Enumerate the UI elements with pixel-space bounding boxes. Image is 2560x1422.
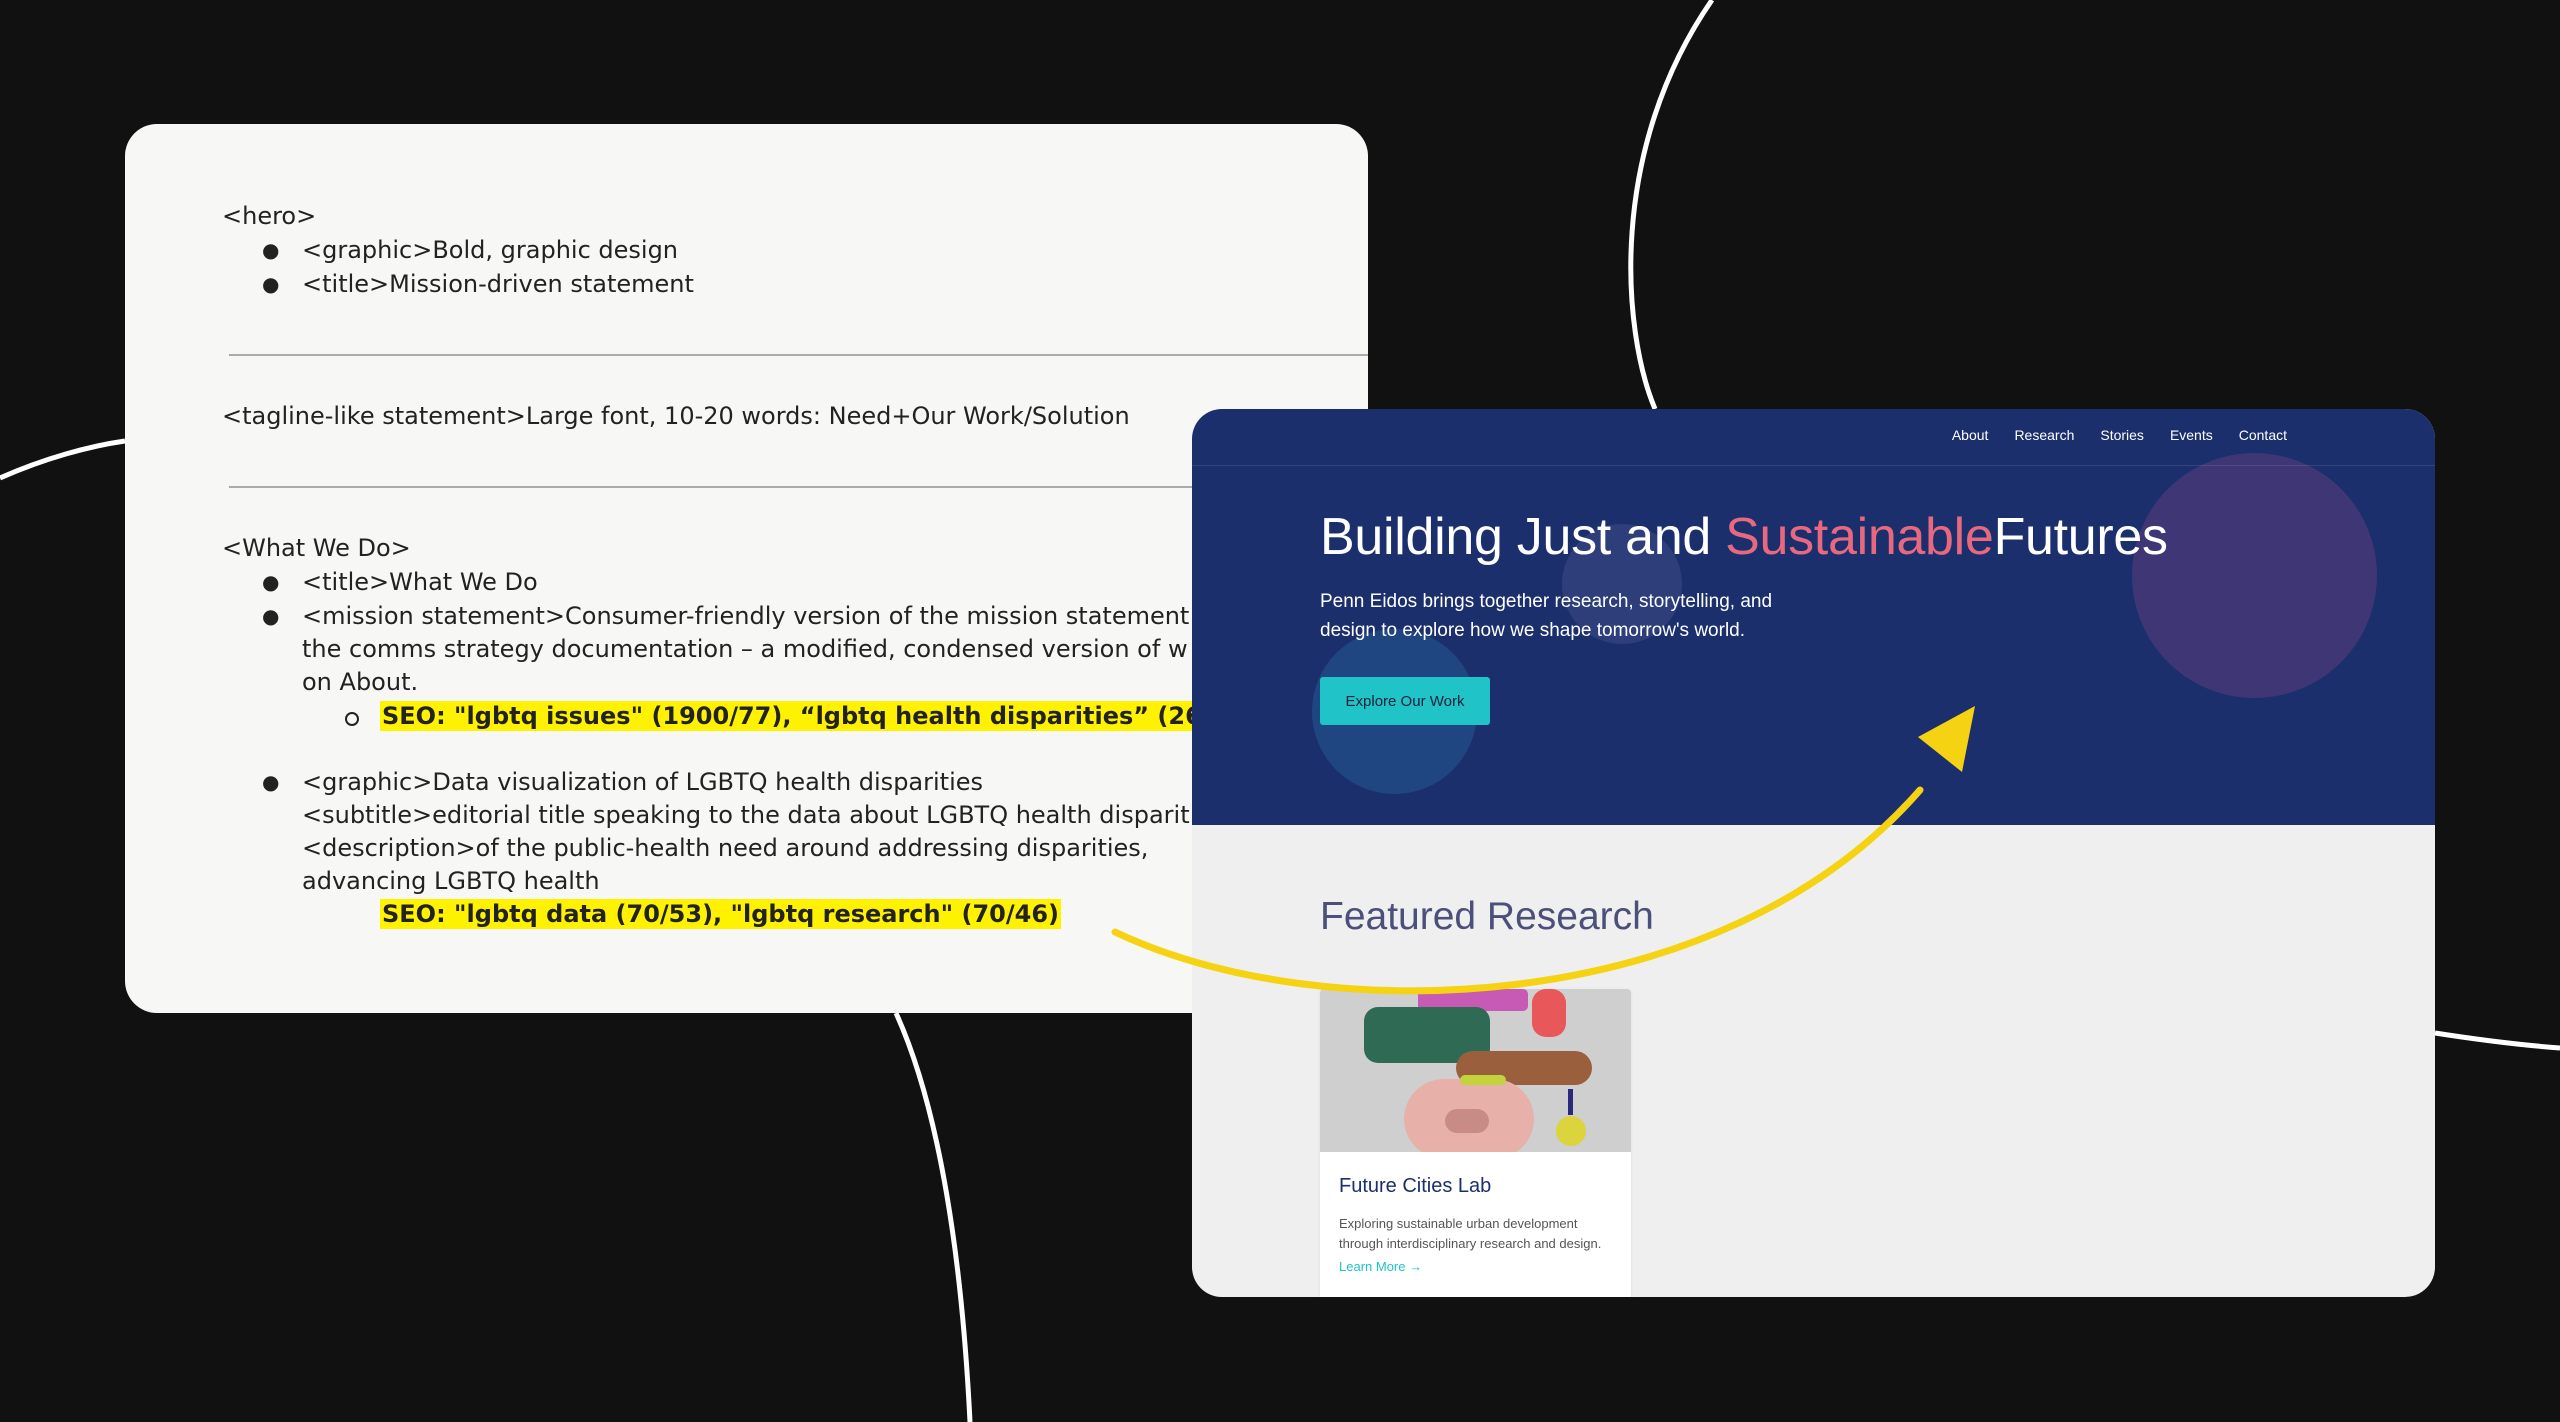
seo-note-1: SEO: "lgbtq issues" (1900/77), “lgbtq he… [380,700,1274,733]
sub-bullet-icon [345,712,359,726]
seo-highlight-2: SEO: "lgbtq data (70/53), "lgbtq researc… [380,899,1061,929]
hero-title: Building Just and SustainableFutures [1320,507,2168,567]
card-image [1320,989,1631,1152]
featured-research-heading: Featured Research [1320,895,1654,938]
explore-our-work-button[interactable]: Explore Our Work [1320,677,1490,725]
nav-events[interactable]: Events [2170,427,2213,443]
nav-divider [1192,465,2435,466]
learn-more-link[interactable]: Learn More → [1339,1259,1422,1274]
main-nav: About Research Stories Events Contact [1952,427,2287,443]
bullet-icon: ● [262,272,280,296]
decor-circle [2132,453,2377,698]
card-description: Exploring sustainable urban development … [1339,1216,1602,1251]
bullet-icon: ● [262,604,280,628]
card-title: Future Cities Lab [1339,1175,1492,1197]
mission-line-3: on About. [302,668,419,696]
hero-description: Penn Eidos brings together research, sto… [1320,591,1773,641]
hero-title-part-1: Building Just and [1320,508,1726,566]
graphic-line: <graphic>Data visualization of LGBTQ hea… [302,768,984,796]
tagline-line: <tagline-like statement>Large font, 10-2… [222,402,1130,430]
nav-contact[interactable]: Contact [2239,427,2287,443]
hero-item-title: <title>Mission-driven statement [302,270,694,298]
nav-research[interactable]: Research [2014,427,2074,443]
nav-about[interactable]: About [1952,427,1989,443]
website-mockup: About Research Stories Events Contact Bu… [1192,409,2435,1297]
mission-line-2: the comms strategy documentation – a mod… [302,635,1188,663]
content-outline-document: <hero> ● <graphic>Bold, graphic design ●… [125,124,1368,1013]
hero-item-graphic: <graphic>Bold, graphic design [302,236,679,264]
what-we-do-heading: <What We Do> [222,534,411,562]
bullet-icon: ● [262,570,280,594]
hero-title-part-2: Futures [1993,508,2168,566]
nav-stories[interactable]: Stories [2100,427,2144,443]
bullet-icon: ● [262,238,280,262]
hero-title-accent: Sustainable [1725,508,1994,566]
bullet-icon: ● [262,770,280,794]
subtitle-line: <subtitle>editorial title speaking to th… [302,801,1190,829]
research-card[interactable]: Future Cities Lab Exploring sustainable … [1320,989,1631,1297]
mission-line-1: <mission statement>Consumer-friendly ver… [302,602,1190,630]
seo-note-2: SEO: "lgbtq data (70/53), "lgbtq researc… [380,898,1061,931]
divider [229,354,1368,356]
description-line-2: advancing LGBTQ health [302,867,600,895]
description-line-1: <description>of the public-health need a… [302,834,1149,862]
seo-highlight-1: SEO: "lgbtq issues" (1900/77), “lgbtq he… [380,701,1274,731]
what-title-line: <title>What We Do [302,568,538,596]
hero-section: About Research Stories Events Contact Bu… [1192,409,2435,825]
hero-heading: <hero> [222,202,317,230]
